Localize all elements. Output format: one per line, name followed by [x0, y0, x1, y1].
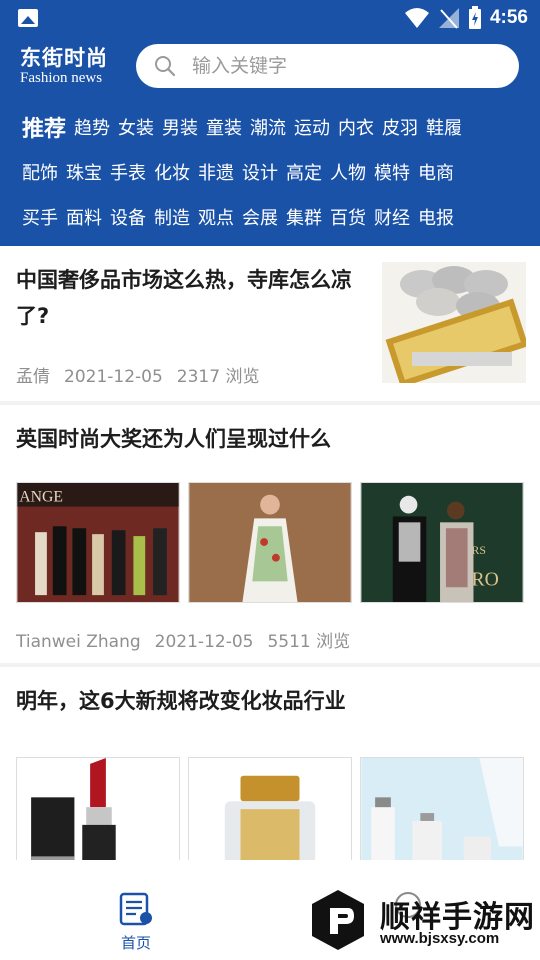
category-tab[interactable]: 手表 — [110, 159, 146, 185]
category-tab[interactable]: 电商 — [418, 159, 454, 185]
image-notification-icon — [18, 9, 38, 27]
article-image-cream-jar[interactable] — [188, 757, 352, 860]
article-image-lipstick[interactable] — [16, 757, 180, 860]
article-image-row: ANGE NERS RO — [16, 482, 524, 603]
category-tab[interactable]: 面料 — [66, 204, 102, 230]
logo-english: Fashion news — [20, 70, 103, 86]
category-tab[interactable]: 男装 — [162, 114, 198, 140]
category-tab[interactable]: 童装 — [206, 114, 242, 140]
clock: 4:56 — [489, 7, 528, 28]
category-tab[interactable]: 配饰 — [22, 159, 58, 185]
article-card[interactable]: 中国奢侈品市场这么热，寺库怎么凉了? 孟倩 2021-12-05 2317 浏览 — [0, 246, 540, 401]
article-title[interactable]: 明年，这6大新规将改变化妆品行业 — [16, 685, 346, 715]
category-tab[interactable]: 集群 — [286, 204, 322, 230]
category-tab[interactable]: 非遗 — [198, 159, 234, 185]
article-author: Tianwei Zhang — [16, 632, 141, 652]
category-tab[interactable]: 女装 — [118, 114, 154, 140]
article-image-skincare-bottles[interactable] — [360, 757, 524, 860]
article-meta: 孟倩 2021-12-05 2317 浏览 — [16, 362, 273, 387]
article-views: 2317 浏览 — [176, 367, 260, 387]
category-tab[interactable]: 运动 — [294, 114, 330, 140]
category-tab[interactable]: 推荐 — [22, 111, 66, 143]
category-tab[interactable]: 珠宝 — [66, 159, 102, 185]
category-row: 推荐 趋势 女装 男装 童装 潮流 运动 内衣 皮羽 鞋履 — [22, 104, 532, 149]
article-date: 2021-12-05 — [64, 367, 163, 387]
no-signal-icon — [438, 8, 459, 29]
category-tab[interactable]: 设计 — [242, 159, 278, 185]
nav-home-label: 首页 — [120, 934, 151, 952]
category-tab[interactable]: 人物 — [330, 159, 366, 185]
svg-text:ANGE: ANGE — [19, 489, 63, 506]
category-row: 买手 面料 设备 制造 观点 会展 集群 百货 财经 电报 — [22, 194, 532, 239]
category-grid: 推荐 趋势 女装 男装 童装 潮流 运动 内衣 皮羽 鞋履 配饰 珠宝 手表 化… — [22, 104, 532, 239]
article-image-red-carpet-group[interactable]: ANGE — [16, 482, 180, 603]
category-tab[interactable]: 趋势 — [74, 114, 110, 140]
category-tab[interactable]: 电报 — [418, 204, 454, 230]
article-views: 5511 浏览 — [267, 632, 351, 652]
category-tab[interactable]: 化妆 — [154, 159, 190, 185]
article-meta: Tianwei Zhang 2021-12-05 5511 浏览 — [16, 627, 364, 652]
category-tab[interactable]: 会展 — [242, 204, 278, 230]
news-feed[interactable]: 中国奢侈品市场这么热，寺库怎么凉了? 孟倩 2021-12-05 2317 浏览 英… — [0, 246, 540, 860]
article-date: 2021-12-05 — [154, 632, 254, 652]
article-card[interactable]: 明年，这6大新规将改变化妆品行业 — [0, 667, 540, 860]
watermark-logo — [312, 890, 364, 950]
category-tab[interactable]: 买手 — [22, 204, 58, 230]
home-article-icon — [119, 892, 152, 926]
category-tab[interactable]: 财经 — [374, 204, 410, 230]
battery-charging-icon — [468, 6, 481, 29]
status-bar: 4:56 — [0, 0, 540, 36]
category-tab[interactable]: 内衣 — [338, 114, 374, 140]
category-row: 配饰 珠宝 手表 化妆 非遗 设计 高定 人物 模特 电商 — [22, 149, 532, 194]
app-header: 东街时尚 Fashion news 推荐 趋势 女装 男装 童装 潮流 运动 内… — [0, 36, 540, 246]
article-image-row — [16, 757, 524, 860]
category-tab[interactable]: 高定 — [286, 159, 322, 185]
watermark-url: www.bjsxsy.com — [380, 930, 500, 947]
wifi-icon — [404, 8, 429, 28]
app-logo[interactable]: 东街时尚 Fashion news — [20, 42, 125, 87]
search-icon — [155, 56, 176, 77]
article-title[interactable]: 英国时尚大奖还为人们呈现过什么 — [16, 423, 331, 453]
category-tab[interactable]: 皮羽 — [382, 114, 418, 140]
watermark: 顺祥手游网 www.bjsxsy.com — [308, 888, 538, 954]
logo-chinese: 东街时尚 — [20, 45, 108, 70]
category-tab[interactable]: 制造 — [154, 204, 190, 230]
category-tab[interactable]: 潮流 — [250, 114, 286, 140]
category-tab[interactable]: 百货 — [330, 204, 366, 230]
category-tab[interactable]: 观点 — [198, 204, 234, 230]
category-tab[interactable]: 鞋履 — [426, 114, 462, 140]
article-image-couple[interactable]: NERS RO — [360, 482, 524, 603]
search-input[interactable] — [192, 55, 482, 77]
article-title[interactable]: 中国奢侈品市场这么热，寺库怎么凉了? — [16, 262, 361, 334]
article-author: 孟倩 — [16, 367, 50, 387]
article-card[interactable]: 英国时尚大奖还为人们呈现过什么 ANGE RO Tianwei Zhang 20… — [0, 405, 540, 663]
category-tab[interactable]: 设备 — [110, 204, 146, 230]
svg-text:RO: RO — [472, 568, 499, 590]
nav-home[interactable]: 首页 — [110, 892, 162, 953]
category-tab[interactable]: 模特 — [374, 159, 410, 185]
system-icons: 4:56 — [404, 6, 528, 30]
article-image-gown[interactable] — [188, 482, 352, 603]
article-thumbnail-coins-abacus[interactable] — [382, 262, 526, 383]
search-bar[interactable] — [136, 44, 519, 88]
